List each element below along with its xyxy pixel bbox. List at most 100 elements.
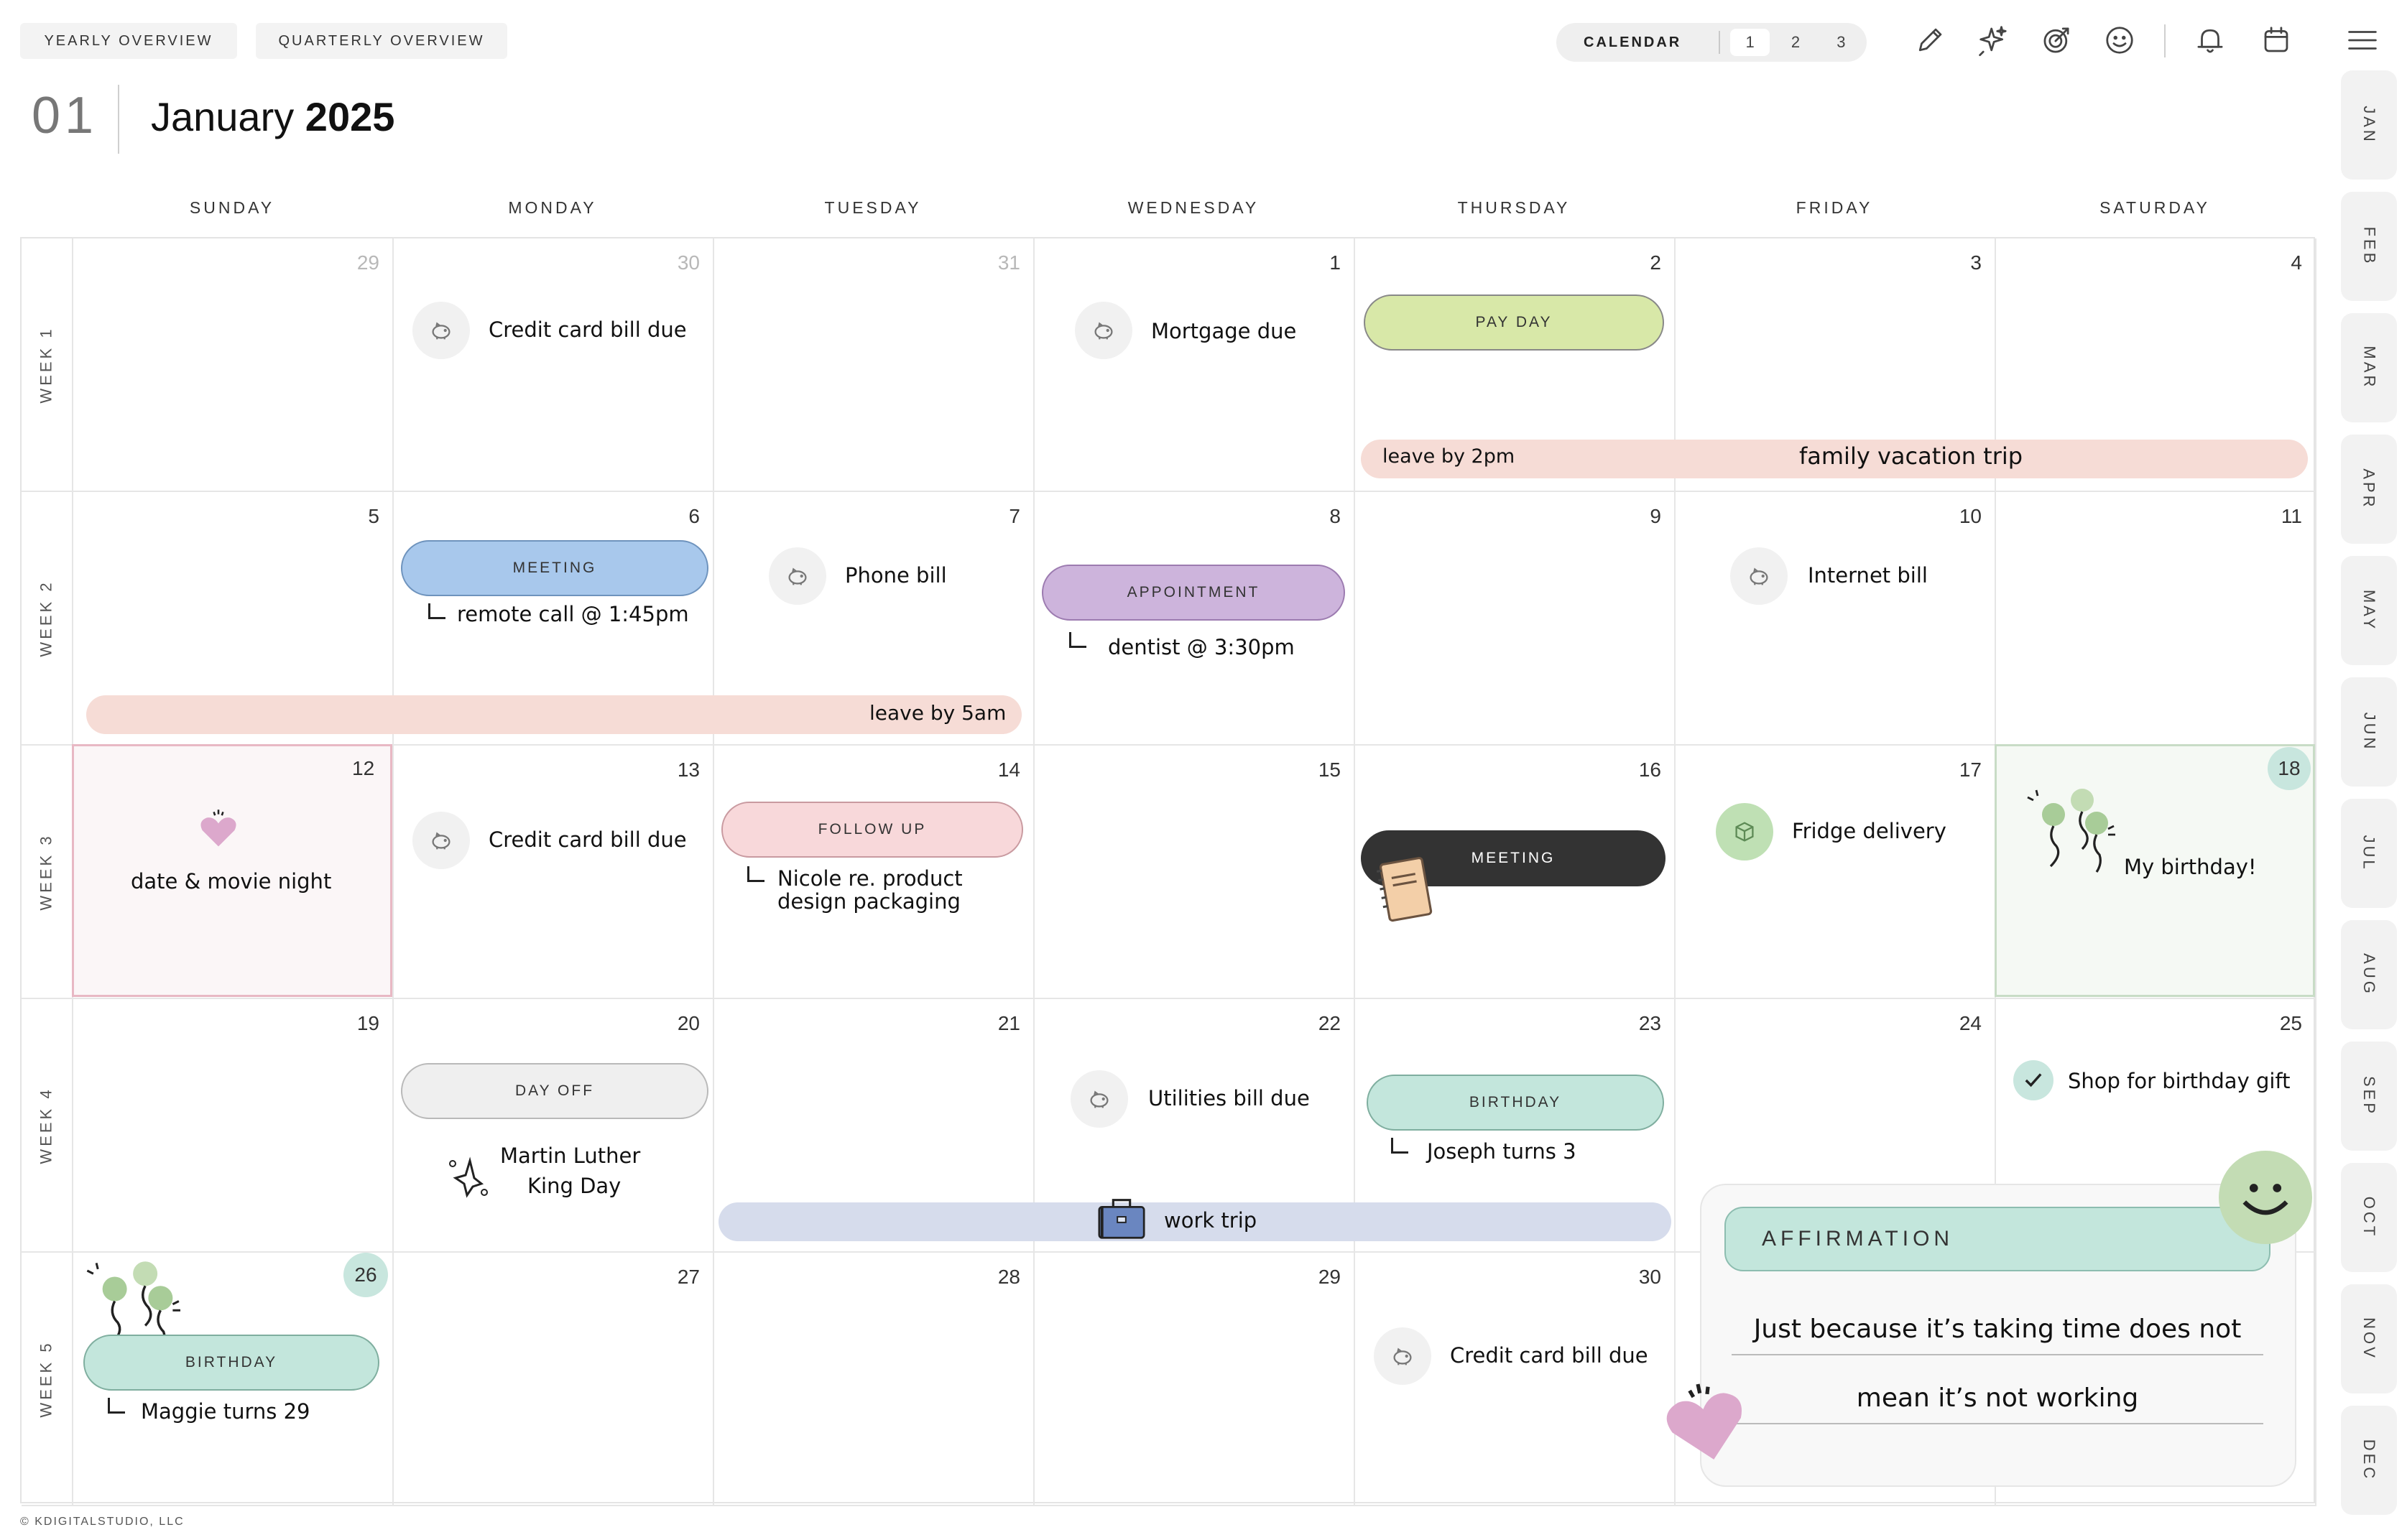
calendar-icon[interactable] <box>2256 20 2296 60</box>
calendar-2-button[interactable]: 2 <box>1775 29 1815 56</box>
day-cell[interactable]: 17 <box>1676 746 1996 999</box>
event-my-birthday[interactable]: My birthday! <box>2124 855 2257 879</box>
menu-icon[interactable] <box>2342 20 2383 60</box>
yearly-overview-button[interactable]: YEARLY OVERVIEW <box>20 23 237 59</box>
date-number: 14 <box>997 759 1020 781</box>
event-dentist: dentist @ 3:30pm <box>1108 635 1295 659</box>
day-cell[interactable]: 13 <box>394 746 714 999</box>
date-number: 23 <box>1638 1012 1661 1034</box>
event-leave-2pm: leave by 2pm <box>1382 445 1515 468</box>
month-tab-apr[interactable]: APR <box>2341 435 2397 544</box>
date-number: 21 <box>997 1012 1020 1034</box>
month-tab-aug[interactable]: AUG <box>2341 920 2397 1029</box>
checkmark-icon[interactable] <box>2013 1060 2053 1100</box>
month-number: 01 <box>32 87 98 144</box>
month-tab-jun[interactable]: JUN <box>2341 677 2397 787</box>
event-appointment[interactable]: APPOINTMENT <box>1042 565 1345 621</box>
month-tab-label: JUL <box>2360 835 2378 872</box>
event-pay-day[interactable]: PAY DAY <box>1364 294 1664 351</box>
event-remote-call: remote call @ 1:45pm <box>457 602 689 626</box>
day-cell[interactable]: 30 <box>394 238 714 492</box>
day-cell[interactable]: 28 <box>714 1253 1035 1506</box>
event-day-off[interactable]: DAY OFF <box>401 1063 708 1119</box>
day-cell[interactable]: 15 <box>1035 746 1355 999</box>
sparkle-icon[interactable] <box>1973 20 2013 60</box>
bell-icon[interactable] <box>2190 20 2230 60</box>
event-shop-birthday-gift[interactable]: Shop for birthday gift <box>2068 1069 2290 1093</box>
month-tab-jul[interactable]: JUL <box>2341 799 2397 908</box>
month-tab-label: DEC <box>2360 1439 2378 1482</box>
divider <box>1718 31 1720 54</box>
month-tab-label: JAN <box>2360 106 2378 144</box>
event-mortgage[interactable]: Mortgage due <box>1151 319 1296 343</box>
date-number: 11 <box>2281 505 2302 527</box>
day-cell[interactable]: 27 <box>394 1253 714 1506</box>
calendar-3-button[interactable]: 3 <box>1821 29 1861 56</box>
event-utilities-bill[interactable]: Utilities bill due <box>1148 1086 1310 1110</box>
date-number: 15 <box>1318 759 1341 781</box>
day-header-wednesday: WEDNESDAY <box>1127 198 1260 217</box>
date-number: 30 <box>1638 1266 1661 1288</box>
day-cell[interactable]: 11 <box>1996 492 2316 746</box>
week-label: WEEK 2 <box>22 492 73 746</box>
month-tab-may[interactable]: MAY <box>2341 556 2397 665</box>
event-nicole-line1: Nicole re. product <box>777 866 963 891</box>
event-phone-bill[interactable]: Phone bill <box>845 563 947 588</box>
event-date-night[interactable]: date & movie night <box>131 869 331 894</box>
month-tab-feb[interactable]: FEB <box>2341 192 2397 301</box>
event-credit-card-bill[interactable]: Credit card bill due <box>1450 1343 1648 1368</box>
calendar-label: CALENDAR <box>1584 34 1682 50</box>
piggy-bank-icon <box>412 812 470 869</box>
month-tab-oct[interactable]: OCT <box>2341 1163 2397 1272</box>
day-cell[interactable]: 10 <box>1676 492 1996 746</box>
day-cell[interactable]: 9 <box>1355 492 1676 746</box>
month-tab-nov[interactable]: NOV <box>2341 1284 2397 1393</box>
sparkle-icon <box>447 1152 490 1202</box>
date-number: 30 <box>677 251 700 274</box>
day-cell[interactable]: 31 <box>714 238 1035 492</box>
week-label: WEEK 1 <box>22 238 73 492</box>
week-label-text: WEEK 3 <box>37 832 56 911</box>
event-birthday[interactable]: BIRTHDAY <box>1367 1075 1664 1131</box>
event-internet-bill[interactable]: Internet bill <box>1808 563 1928 588</box>
date-number: 25 <box>2279 1012 2302 1034</box>
date-number: 10 <box>1959 505 1982 527</box>
balloons-icon <box>2019 786 2120 904</box>
date-number: 13 <box>677 759 700 781</box>
date-number: 29 <box>1318 1266 1341 1288</box>
event-follow-up[interactable]: FOLLOW UP <box>721 802 1023 858</box>
day-cell[interactable]: 1 <box>1035 238 1355 492</box>
day-header-friday: FRIDAY <box>1796 198 1873 217</box>
affirmation-line-1: Just because it’s taking time does not <box>1732 1314 2263 1355</box>
divider <box>118 85 119 154</box>
smiley-icon[interactable] <box>2099 20 2140 60</box>
month-tab-sep[interactable]: SEP <box>2341 1042 2397 1151</box>
day-cell[interactable]: 29 <box>1035 1253 1355 1506</box>
event-birthday[interactable]: BIRTHDAY <box>83 1335 379 1391</box>
day-cell[interactable]: 19 <box>73 999 394 1253</box>
date-number: 31 <box>997 251 1020 274</box>
affirmation-line-2: mean it’s not working <box>1732 1383 2263 1424</box>
day-cell[interactable]: 29 <box>73 238 394 492</box>
day-cell[interactable]: 20 <box>394 999 714 1253</box>
briefcase-icon <box>1095 1192 1148 1248</box>
date-number: 5 <box>368 505 379 527</box>
month-tab-dec[interactable]: DEC <box>2341 1406 2397 1515</box>
event-meeting[interactable]: MEETING <box>401 540 708 596</box>
event-fridge-delivery[interactable]: Fridge delivery <box>1792 819 1946 843</box>
event-credit-card-bill[interactable]: Credit card bill due <box>489 827 687 852</box>
pencil-icon[interactable] <box>1910 20 1950 60</box>
smiley-icon <box>2219 1151 2312 1244</box>
month-tab-label: MAR <box>2360 345 2378 390</box>
month-tab-mar[interactable]: MAR <box>2341 313 2397 422</box>
week-label: WEEK 5 <box>22 1253 73 1506</box>
week-label: WEEK 4 <box>22 999 73 1253</box>
date-number: 29 <box>356 251 379 274</box>
date-number: 8 <box>1329 505 1341 527</box>
notebook-icon <box>1369 850 1443 932</box>
month-tab-jan[interactable]: JAN <box>2341 70 2397 180</box>
event-credit-card-bill[interactable]: Credit card bill due <box>489 317 687 342</box>
target-icon[interactable] <box>2036 20 2076 60</box>
quarterly-overview-button[interactable]: QUARTERLY OVERVIEW <box>256 23 507 59</box>
calendar-1-button[interactable]: 1 <box>1729 29 1770 56</box>
